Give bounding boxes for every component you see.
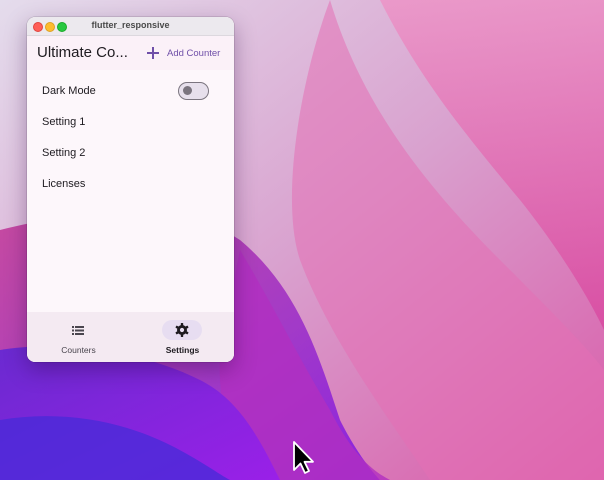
setting-label: Dark Mode <box>42 85 96 97</box>
setting-1[interactable]: Setting 1 <box>27 107 234 138</box>
setting-licenses[interactable]: Licenses <box>27 169 234 200</box>
add-counter-label: Add Counter <box>167 47 221 59</box>
add-counter-button[interactable]: Add Counter <box>147 44 220 62</box>
page-title: Ultimate Co... <box>37 44 128 61</box>
nav-item-counters[interactable]: Counters <box>27 312 130 362</box>
dark-mode-toggle[interactable] <box>178 82 209 100</box>
mouse-pointer-icon <box>293 441 314 474</box>
app-bar: Ultimate Co... Add Counter <box>27 36 234 70</box>
list-icon <box>72 326 84 335</box>
setting-2[interactable]: Setting 2 <box>27 138 234 169</box>
setting-dark-mode[interactable]: Dark Mode <box>27 76 234 107</box>
bottom-navigation: Counters Settings <box>27 312 234 362</box>
desktop: flutter_responsive Ultimate Co... Add Co… <box>0 0 604 480</box>
window-title: flutter_responsive <box>91 20 170 30</box>
app-window: flutter_responsive Ultimate Co... Add Co… <box>27 17 234 362</box>
gear-icon <box>175 323 189 337</box>
nav-label: Settings <box>165 345 200 355</box>
settings-list: Dark Mode Setting 1 Setting 2 Licenses <box>27 76 234 200</box>
setting-label: Setting 2 <box>42 147 86 159</box>
window-titlebar[interactable]: flutter_responsive <box>27 17 234 36</box>
nav-label: Counters <box>61 345 96 355</box>
plus-icon <box>147 47 159 59</box>
setting-label: Setting 1 <box>42 116 86 128</box>
setting-label: Licenses <box>42 178 86 190</box>
toggle-knob <box>183 86 192 95</box>
nav-item-settings[interactable]: Settings <box>131 312 234 362</box>
